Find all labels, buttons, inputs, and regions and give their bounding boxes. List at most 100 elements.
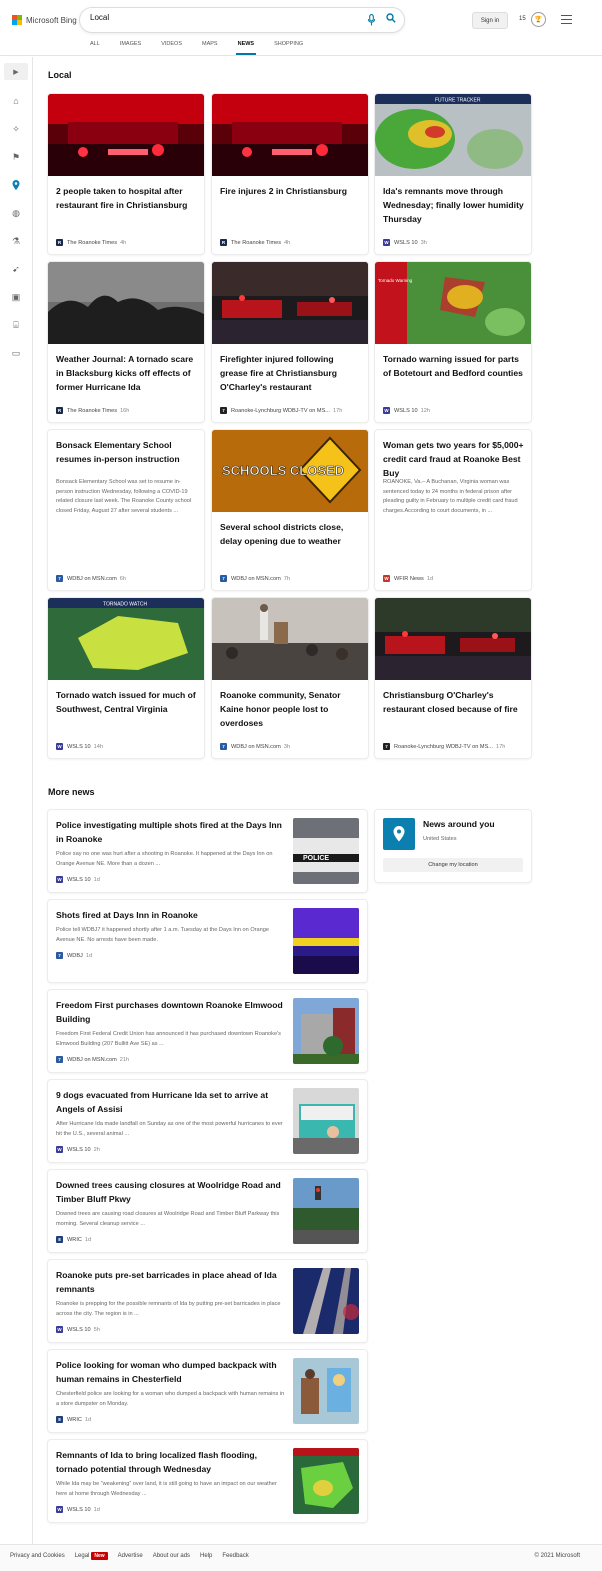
news-snippet: Downed trees are causing road closures a…	[56, 1211, 280, 1227]
change-location-button[interactable]: Change my location	[383, 858, 523, 872]
news-thumbnail-image[interactable]	[293, 1178, 359, 1244]
video-icon[interactable]: ▣	[10, 291, 22, 303]
around-you-location: United States	[423, 836, 457, 842]
news-thumbnail-image[interactable]	[293, 998, 359, 1064]
news-list-item[interactable]: Downed trees causing closures at Woolrid…	[48, 1170, 367, 1252]
news-thumbnail-image[interactable]	[293, 1448, 359, 1514]
footer-link-advertise[interactable]: Advertise	[118, 1553, 143, 1559]
news-list-item[interactable]: Police investigating multiple shots fire…	[48, 810, 367, 892]
news-card[interactable]: Woman gets two years for $5,000+ credit …	[375, 430, 531, 590]
card-title[interactable]: Woman gets two years for $5,000+ credit …	[383, 438, 525, 480]
source-name: WFIR News	[394, 575, 424, 582]
card-title[interactable]: Several school districts close, delay op…	[220, 520, 362, 548]
science-icon[interactable]: ⚗	[10, 235, 22, 247]
news-list-item[interactable]: Freedom First purchases downtown Roanoke…	[48, 990, 367, 1072]
news-list-item[interactable]: Shots fired at Days Inn in Roanoke Police…	[48, 900, 367, 982]
news-card[interactable]: Fire injures 2 in Christiansburg R The Ro…	[212, 94, 368, 254]
card-title[interactable]: Firefighter injured following grease fir…	[220, 352, 362, 394]
source-time: 2h	[93, 1146, 100, 1153]
footer-link-legal-label[interactable]: Legal	[75, 1553, 90, 1559]
news-card[interactable]: Roanoke community, Senator Kaine honor p…	[212, 598, 368, 758]
news-card[interactable]: SCHOOLS CLOSED Several school districts …	[212, 430, 368, 590]
news-card[interactable]: Weather Journal: A tornado scare in Blac…	[48, 262, 204, 422]
card-title[interactable]: Fire injures 2 in Christiansburg	[220, 184, 362, 198]
card-icon[interactable]: ▭	[10, 347, 22, 359]
news-title[interactable]: Roanoke puts pre-set barricades in place…	[56, 1268, 286, 1296]
news-card[interactable]: Tornado Warning Tornado warning issued f…	[375, 262, 531, 422]
news-title[interactable]: Police looking for woman who dumped back…	[56, 1358, 286, 1386]
news-around-you-card: News around you United States Change my …	[375, 810, 531, 882]
news-title[interactable]: 9 dogs evacuated from Hurricane Ida set …	[56, 1088, 286, 1116]
microphone-icon[interactable]	[367, 13, 376, 27]
card-title[interactable]: Tornado warning issued for parts of Bote…	[383, 352, 525, 380]
tab-shopping[interactable]: SHOPPING	[274, 41, 303, 55]
source-logo-icon: W	[56, 876, 63, 883]
news-card[interactable]: Firefighter injured following grease fir…	[212, 262, 368, 422]
news-snippet: Roanoke is prepping for the possible rem…	[56, 1301, 281, 1317]
footer-link-feedback[interactable]: Feedback	[222, 1553, 248, 1559]
flag-icon[interactable]: ⚑	[10, 151, 22, 163]
news-list-item[interactable]: Police looking for woman who dumped back…	[48, 1350, 367, 1432]
bing-logo[interactable]: Microsoft Bing	[12, 15, 77, 25]
news-thumbnail-image[interactable]	[293, 1358, 359, 1424]
news-card[interactable]: 2 people taken to hospital after restaur…	[48, 94, 204, 254]
source-name: WSLS 10	[67, 876, 91, 883]
card-title[interactable]: Tornado watch issued for much of Southwe…	[56, 688, 198, 716]
news-card[interactable]: FUTURE TRACKER Ida's remnants move throu…	[375, 94, 531, 254]
news-thumbnail-image[interactable]	[293, 1268, 359, 1334]
footer-link-help[interactable]: Help	[200, 1553, 212, 1559]
source-name: The Roanoke Times	[67, 407, 118, 414]
footer-links: Privacy and Cookies Legal New Advertise A…	[10, 1552, 259, 1560]
hamburger-menu-icon[interactable]	[561, 15, 572, 24]
news-card[interactable]: TORNADO WATCH Tornado watch issued for m…	[48, 598, 204, 758]
tab-images[interactable]: IMAGES	[120, 41, 141, 55]
tornado-watch-map-image: TORNADO WATCH	[48, 598, 204, 680]
card-title[interactable]: 2 people taken to hospital after restaur…	[56, 184, 198, 212]
footer-link-legal[interactable]: Legal New	[75, 1552, 108, 1560]
news-list-item[interactable]: Roanoke puts pre-set barricades in place…	[48, 1260, 367, 1342]
news-snippet: After Hurricane Ida made landfall on Sun…	[56, 1121, 283, 1137]
rocket-icon[interactable]: ➹	[10, 263, 22, 275]
news-title[interactable]: Remnants of Ida to bring localized flash…	[56, 1448, 286, 1476]
news-title[interactable]: Shots fired at Days Inn in Roanoke	[56, 908, 286, 922]
satellite-icon[interactable]: ✧	[10, 123, 22, 135]
news-card[interactable]: Bonsack Elementary School resumes in-per…	[48, 430, 204, 590]
home-icon[interactable]: ⌂	[10, 95, 22, 107]
tab-videos[interactable]: VIDEOS	[161, 41, 182, 55]
chevron-right-icon[interactable]: ▶	[4, 63, 28, 80]
rewards-trophy-icon[interactable]: 🏆	[531, 12, 546, 27]
news-list-item[interactable]: 9 dogs evacuated from Hurricane Ida set …	[48, 1080, 367, 1162]
location-pin-icon[interactable]	[10, 179, 22, 191]
footer-link-about-ads[interactable]: About our ads	[153, 1553, 190, 1559]
location-pin-icon	[383, 818, 415, 850]
source-time: 1d	[84, 1416, 92, 1423]
card-title[interactable]: Bonsack Elementary School resumes in-per…	[56, 438, 198, 466]
search-input[interactable]	[90, 13, 360, 22]
card-title[interactable]: Weather Journal: A tornado scare in Blac…	[56, 352, 198, 394]
sign-in-button[interactable]: Sign in	[472, 12, 508, 29]
tab-all[interactable]: ALL	[90, 41, 100, 55]
news-source: 8 WRIC 1d	[56, 1416, 91, 1423]
search-icon[interactable]	[386, 13, 396, 23]
source-time: 1d	[85, 952, 93, 959]
card-title[interactable]: Christiansburg O'Charley's restaurant cl…	[383, 688, 525, 716]
tab-news[interactable]: NEWS	[235, 41, 256, 55]
card-snippet: ROANOKE, Va.– A Buchanan, Virginia woman…	[383, 479, 518, 514]
globe-icon[interactable]: ◍	[10, 207, 22, 219]
news-card[interactable]: Christiansburg O'Charley's restaurant cl…	[375, 598, 531, 758]
news-title[interactable]: Downed trees causing closures at Woolrid…	[56, 1178, 286, 1206]
bank-icon[interactable]: ⌸	[10, 319, 22, 331]
community-meeting-image	[212, 598, 368, 680]
footer-link-privacy[interactable]: Privacy and Cookies	[10, 1553, 65, 1559]
card-title[interactable]: Ida's remnants move through Wednesday; f…	[383, 184, 525, 226]
news-thumbnail-image[interactable]	[293, 908, 359, 974]
news-title[interactable]: Police investigating multiple shots fire…	[56, 818, 286, 846]
news-title[interactable]: Freedom First purchases downtown Roanoke…	[56, 998, 286, 1026]
card-title[interactable]: Roanoke community, Senator Kaine honor p…	[220, 688, 362, 730]
restaurant-fire-image	[212, 94, 368, 176]
news-thumbnail-image[interactable]	[293, 1088, 359, 1154]
tab-maps[interactable]: MAPS	[202, 41, 218, 55]
news-source: W WSLS 10 5h	[56, 1326, 100, 1333]
news-list-item[interactable]: Remnants of Ida to bring localized flash…	[48, 1440, 367, 1522]
news-thumbnail-image[interactable]: POLICE	[293, 818, 359, 884]
